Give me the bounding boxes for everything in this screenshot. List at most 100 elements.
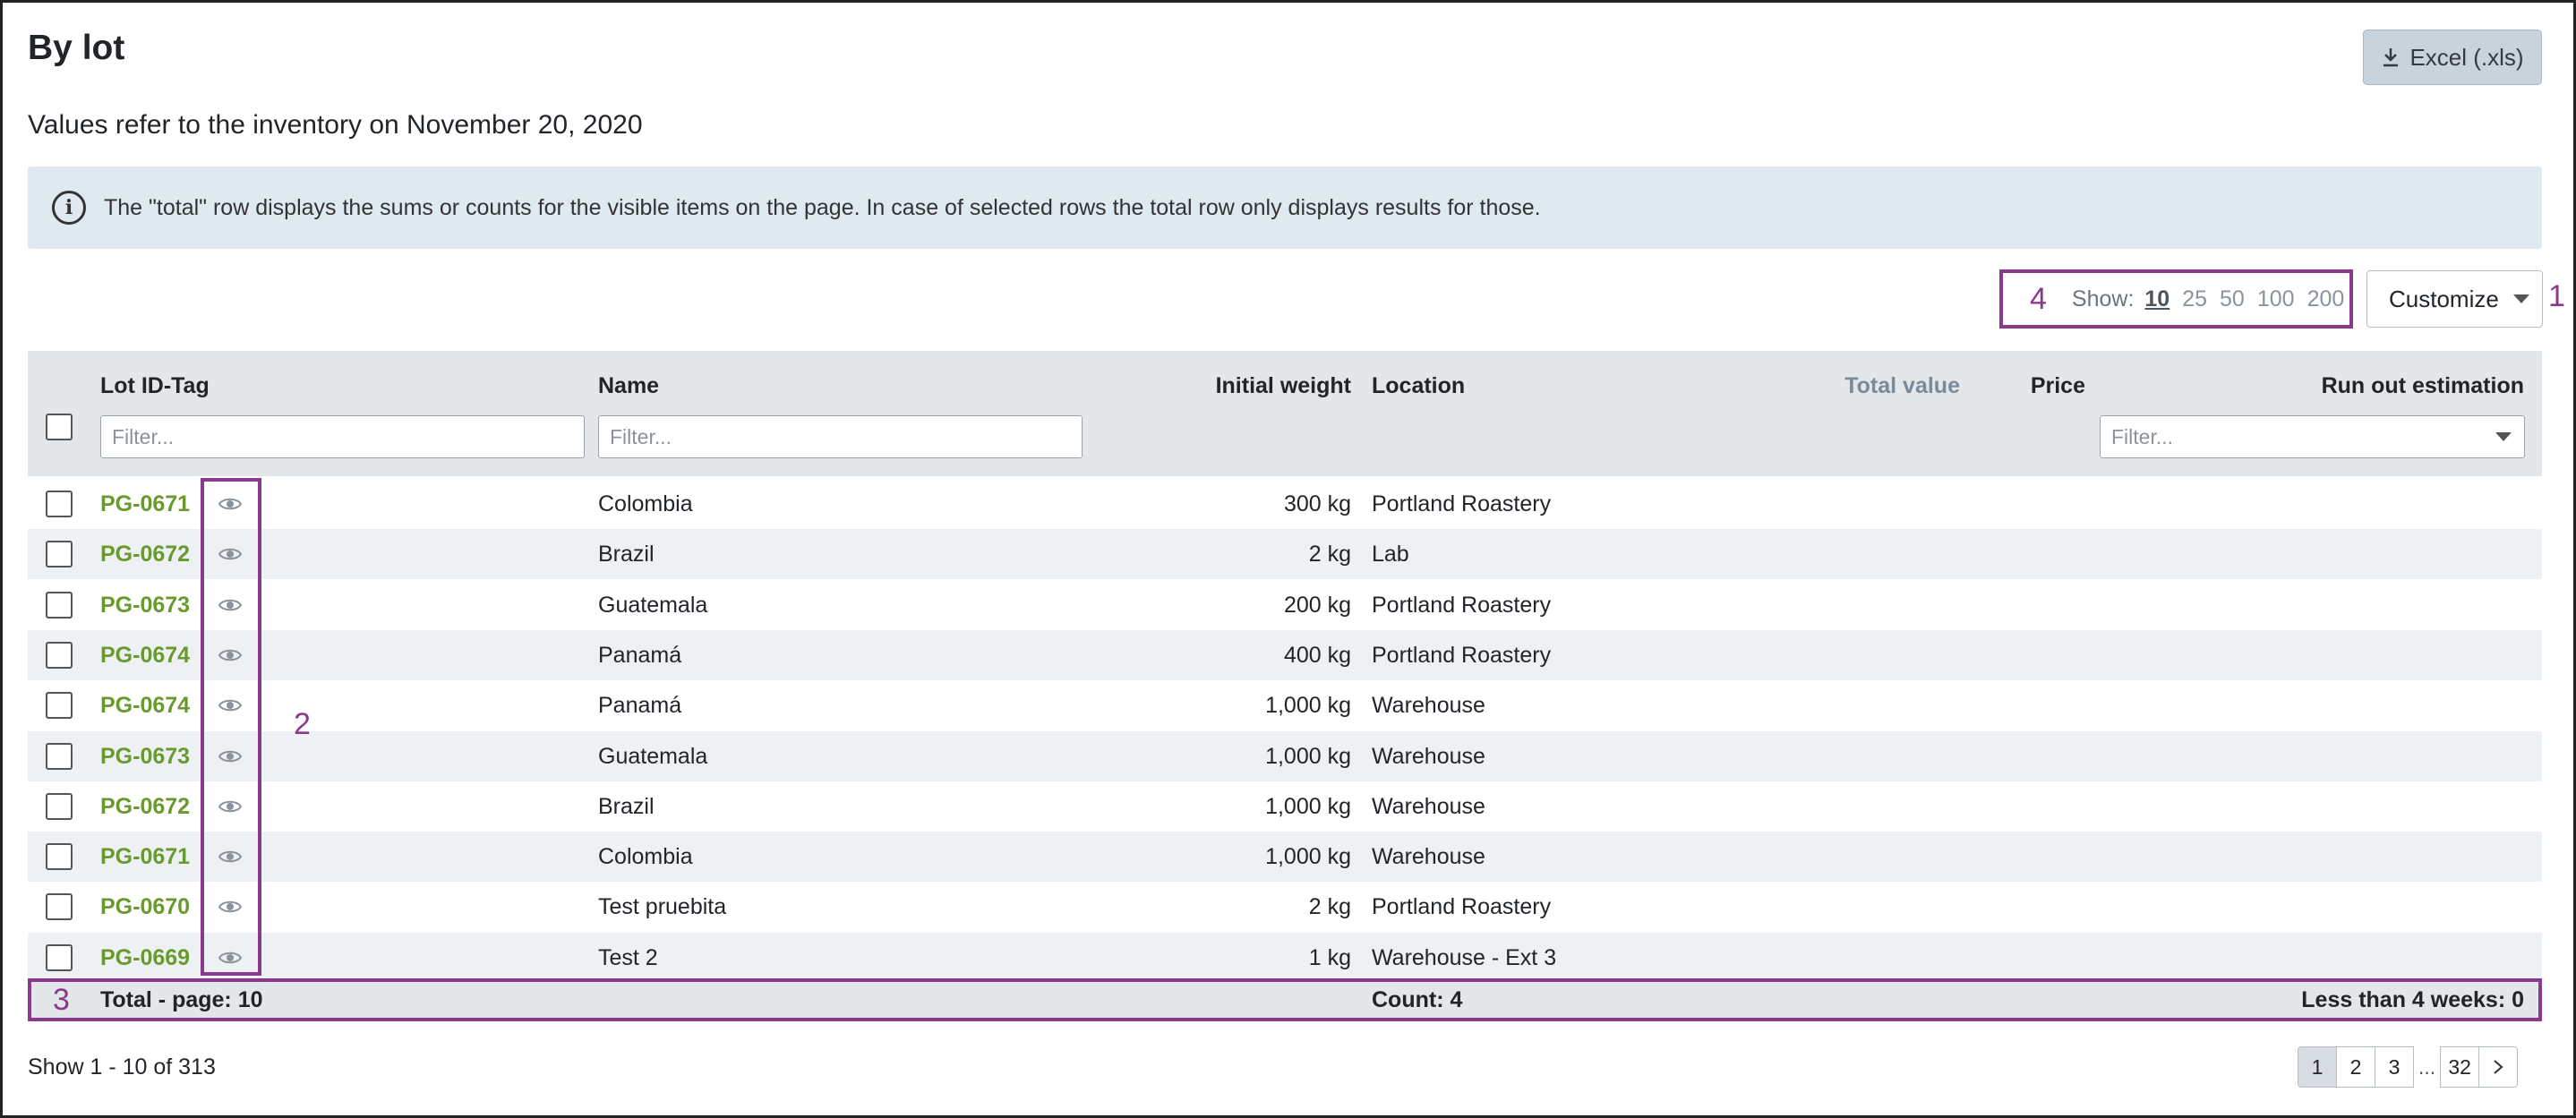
lot-id-link[interactable]: PG-0674 [100, 630, 190, 680]
info-alert: i The "total" row displays the sums or c… [28, 166, 2542, 249]
lot-name: Brazil [598, 542, 655, 568]
page-title: By lot [28, 29, 125, 67]
total-row: 3 Total - page: 10 Count: 4 Less than 4 … [28, 978, 2542, 1021]
page-size-option-200[interactable]: 200 [2307, 286, 2345, 312]
location: Warehouse [1372, 693, 1485, 719]
initial-weight: 2 kg [1308, 542, 1351, 568]
column-header-weight[interactable]: Initial weight [1216, 373, 1351, 399]
lot-id-link[interactable]: PG-0674 [100, 680, 190, 730]
total-location-count: Count: 4 [1372, 987, 1463, 1012]
annotation-4: 4 [2030, 281, 2047, 316]
table-row: PG-0673 Guatemala 1,000 kg Warehouse [28, 730, 2542, 781]
info-text: The "total" row displays the sums or cou… [104, 194, 1541, 220]
page-size-option-25[interactable]: 25 [2182, 286, 2207, 312]
lot-id-link[interactable]: PG-0673 [100, 580, 190, 630]
column-header-name[interactable]: Name [598, 373, 659, 399]
row-select-checkbox[interactable] [46, 692, 73, 720]
lot-id-link[interactable]: PG-0671 [100, 479, 190, 529]
initial-weight: 300 kg [1283, 491, 1351, 516]
row-select-checkbox[interactable] [46, 943, 73, 971]
run-out-filter-select[interactable]: Filter... [2100, 415, 2525, 458]
column-header-location[interactable]: Location [1372, 373, 1465, 399]
total-label: Total - page: 10 [100, 987, 263, 1012]
row-select-checkbox[interactable] [46, 843, 73, 871]
row-select-checkbox[interactable] [46, 591, 73, 619]
column-header-price[interactable]: Price [2031, 373, 2085, 399]
initial-weight: 400 kg [1283, 642, 1351, 668]
column-header-run-out[interactable]: Run out estimation [2322, 373, 2524, 399]
pagination-range-text: Show 1 - 10 of 313 [28, 1054, 216, 1080]
page-button-2[interactable]: 2 [2336, 1046, 2375, 1088]
row-select-checkbox[interactable] [46, 893, 73, 921]
table-row: PG-0671 Colombia 1,000 kg Warehouse [28, 832, 2542, 883]
annotation-3: 3 [53, 983, 70, 1017]
initial-weight: 1,000 kg [1265, 693, 1351, 719]
lot-id-link[interactable]: PG-0672 [100, 781, 190, 832]
lot-name: Panamá [598, 642, 682, 668]
column-header-lot[interactable]: Lot ID-Tag [100, 373, 210, 399]
initial-weight: 200 kg [1283, 592, 1351, 618]
location: Warehouse [1372, 844, 1485, 870]
page-size-selector: 4 Show: 10 25 50 100 200 [1999, 269, 2353, 329]
total-run-out: Less than 4 weeks: 0 [2301, 987, 2524, 1012]
pagination: 1 2 3 ... 32 [2298, 1046, 2519, 1088]
page-button-3[interactable]: 3 [2375, 1046, 2414, 1088]
annotation-eye-column-highlight [201, 478, 261, 976]
export-excel-button[interactable]: Excel (.xls) [2363, 30, 2542, 85]
table-row: PG-0669 Test 2 1 kg Warehouse - Ext 3 [28, 932, 2542, 983]
page-size-option-50[interactable]: 50 [2220, 286, 2245, 312]
page-size-option-100[interactable]: 100 [2257, 286, 2295, 312]
name-filter-input[interactable]: Filter... [598, 415, 1083, 458]
row-select-checkbox[interactable] [46, 792, 73, 820]
table-row: PG-0672 Brazil 1,000 kg Warehouse [28, 781, 2542, 832]
location: Portland Roastery [1372, 642, 1552, 668]
caret-down-icon [2512, 294, 2529, 303]
annotation-1: 1 [2548, 279, 2565, 313]
initial-weight: 1,000 kg [1265, 793, 1351, 819]
table-row: PG-0674 Panamá 400 kg Portland Roastery [28, 629, 2542, 680]
pagination-ellipsis: ... [2418, 1054, 2436, 1079]
lot-filter-input[interactable]: Filter... [100, 415, 585, 458]
export-excel-label: Excel (.xls) [2409, 43, 2524, 71]
table-row: PG-0673 Guatemala 200 kg Portland Roastery [28, 580, 2542, 630]
lot-name: Guatemala [598, 592, 708, 618]
lot-name: Test 2 [598, 944, 658, 970]
select-all-checkbox[interactable] [46, 414, 73, 440]
lot-id-link[interactable]: PG-0671 [100, 832, 190, 882]
next-page-button[interactable] [2478, 1046, 2519, 1088]
initial-weight: 2 kg [1308, 894, 1351, 920]
location: Warehouse - Ext 3 [1372, 944, 1557, 970]
location: Portland Roastery [1372, 894, 1552, 920]
page-button-1[interactable]: 1 [2298, 1046, 2337, 1088]
page-size-label: Show: [2071, 286, 2135, 312]
customize-label: Customize [2389, 285, 2499, 312]
row-select-checkbox[interactable] [46, 491, 73, 517]
table-row: PG-0670 Test pruebita 2 kg Portland Roaster… [28, 882, 2542, 932]
location: Warehouse [1372, 743, 1485, 769]
initial-weight: 1 kg [1308, 944, 1351, 970]
lot-id-link[interactable]: PG-0670 [100, 882, 190, 932]
download-icon [2383, 48, 2399, 67]
annotation-2: 2 [294, 707, 311, 741]
chevron-right-icon [2494, 1060, 2503, 1074]
lot-id-link[interactable]: PG-0672 [100, 529, 190, 579]
run-out-filter-placeholder: Filter... [2111, 424, 2174, 448]
location: Portland Roastery [1372, 592, 1552, 618]
row-select-checkbox[interactable] [46, 641, 73, 669]
lot-id-link[interactable]: PG-0669 [100, 933, 190, 983]
lot-name: Brazil [598, 793, 655, 819]
table-row: PG-0671 Colombia 300 kg Portland Roastery [28, 479, 2542, 529]
lot-id-link[interactable]: PG-0673 [100, 731, 190, 781]
location: Lab [1372, 542, 1409, 568]
initial-weight: 1,000 kg [1265, 743, 1351, 769]
table-row: PG-0672 Brazil 2 kg Lab [28, 529, 2542, 580]
row-select-checkbox[interactable] [46, 541, 73, 568]
page-button-32[interactable]: 32 [2440, 1046, 2480, 1088]
row-select-checkbox[interactable] [46, 742, 73, 770]
inventory-date-subtitle: Values refer to the inventory on Novembe… [28, 110, 643, 140]
caret-down-icon [2495, 432, 2512, 441]
column-header-total-value[interactable]: Total value [1844, 373, 1960, 399]
page-size-option-10[interactable]: 10 [2144, 286, 2169, 312]
customize-button[interactable]: Customize [2366, 270, 2543, 328]
location: Portland Roastery [1372, 491, 1552, 516]
